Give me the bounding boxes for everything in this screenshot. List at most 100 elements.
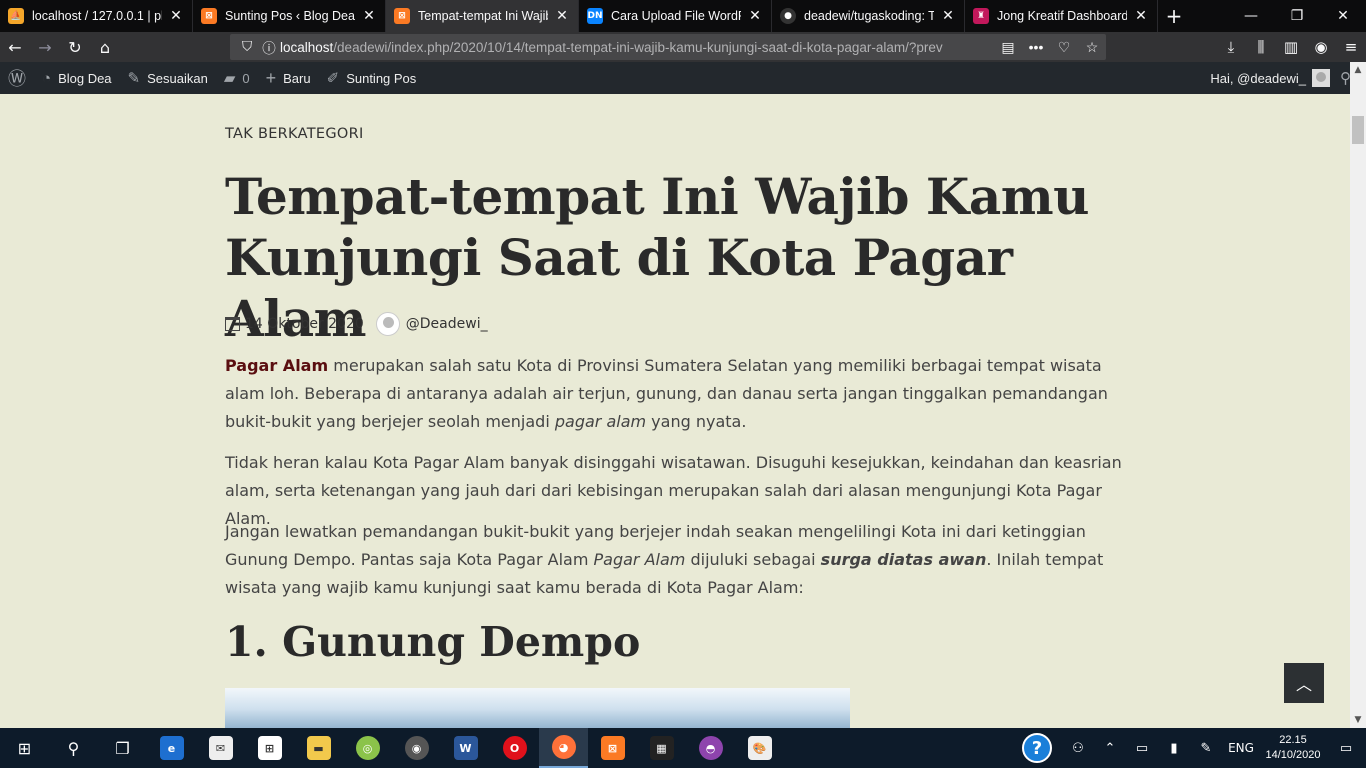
reader-view-icon[interactable]: ▤	[994, 39, 1022, 56]
window-controls: — ❐ ✕	[1228, 0, 1366, 32]
menu-icon[interactable]: ≡	[1336, 38, 1366, 56]
media-app[interactable]: ◉	[392, 728, 441, 768]
tab-label: Sunting Pos ‹ Blog Dea —	[225, 9, 355, 23]
sidebar-icon[interactable]: ▥	[1276, 38, 1306, 56]
download-icon[interactable]: ⤓	[1216, 38, 1246, 56]
paragraph-text: yang nyata.	[646, 412, 747, 431]
shield-icon[interactable]: ⛉	[236, 39, 258, 55]
battery-icon[interactable]: ▮	[1158, 741, 1190, 756]
close-icon[interactable]: ✕	[940, 8, 956, 24]
word-app[interactable]: W	[441, 728, 490, 768]
reload-button[interactable]: ↻	[60, 32, 90, 62]
xampp-icon: ⊠	[394, 8, 410, 24]
post-author[interactable]: @Deadewi_	[406, 316, 488, 332]
mountain-image	[225, 688, 850, 728]
store-app[interactable]: ⊞	[245, 728, 294, 768]
comments-count: 0	[242, 70, 250, 86]
store-icon: ⊞	[257, 736, 282, 760]
bookmark-star-icon[interactable]: ☆	[1078, 39, 1106, 56]
more-actions-icon[interactable]: •••	[1022, 39, 1050, 56]
paint-app[interactable]: 🎨	[735, 728, 784, 768]
tab-label: localhost / 127.0.0.1 | php	[32, 9, 162, 23]
post-category[interactable]: TAK BERKATEGORI	[225, 126, 364, 142]
plus-icon: +	[265, 67, 277, 88]
wordpress-logo-button[interactable]: Ⓦ	[0, 62, 34, 94]
tab-tempat-tempat[interactable]: ⊠ Tempat-tempat Ini Wajib ✕	[386, 0, 579, 32]
network-icon[interactable]: ▭	[1126, 741, 1158, 756]
xampp-app[interactable]: ⊠	[588, 728, 637, 768]
tab-phpmyadmin[interactable]: ⛵ localhost / 127.0.0.1 | php ✕	[0, 0, 193, 32]
page-info-icon[interactable]: ⓘ	[258, 37, 280, 57]
explorer-app[interactable]: ▬	[294, 728, 343, 768]
minimize-button[interactable]: —	[1228, 0, 1274, 32]
site-name-button[interactable]: ◔ Blog Dea	[34, 62, 120, 94]
section-heading: 1. Gunung Dempo	[225, 618, 641, 666]
emphasis-text: pagar alam	[554, 412, 647, 431]
chevron-up-icon: ︿	[1295, 675, 1312, 694]
github-desktop-app[interactable]: ◓	[686, 728, 735, 768]
scroll-to-top-button[interactable]: ︿	[1284, 663, 1324, 703]
opera-app[interactable]: O	[490, 728, 539, 768]
xampp-icon: ⊠	[600, 736, 625, 760]
edge-app[interactable]: e	[147, 728, 196, 768]
mail-app[interactable]: ✉	[196, 728, 245, 768]
forward-button[interactable]: →	[30, 32, 60, 62]
pencil-icon: ✐	[326, 70, 340, 87]
avatar[interactable]	[1312, 69, 1330, 87]
scroll-down-arrow[interactable]: ▼	[1350, 712, 1366, 728]
tab-cara-upload[interactable]: DN Cara Upload File WordPre ✕	[579, 0, 772, 32]
help-icon[interactable]: ?	[1022, 733, 1052, 763]
post-meta: 14 Oktober 2020 @Deadewi_	[225, 312, 488, 336]
customize-label: Sesuaikan	[147, 70, 208, 86]
notification-icon[interactable]: ▭	[1326, 741, 1366, 756]
emphasis-text: Pagar Alam	[593, 550, 686, 569]
tab-jong-kreatif[interactable]: ♜ Jong Kreatif Dashboard ✕	[965, 0, 1158, 32]
start-button[interactable]: ⊞	[0, 728, 49, 768]
pen-icon[interactable]: ✎	[1190, 741, 1222, 756]
search-icon[interactable]: ⚲	[49, 728, 98, 768]
close-icon[interactable]: ✕	[361, 8, 377, 24]
scroll-up-arrow[interactable]: ▲	[1350, 62, 1366, 78]
url-bar[interactable]: ⛉ ⓘ localhost /deadewi/index.php/2020/10…	[230, 34, 1106, 60]
new-tab-button[interactable]: +	[1158, 0, 1190, 32]
vertical-scrollbar[interactable]: ▲ ▼	[1350, 62, 1366, 728]
tab-sunting-pos[interactable]: ⊠ Sunting Pos ‹ Blog Dea — ✕	[193, 0, 386, 32]
github-icon: ◓	[698, 736, 723, 760]
edit-post-button[interactable]: ✐ Sunting Pos	[319, 62, 425, 94]
task-view-icon[interactable]: ❐	[98, 728, 147, 768]
clock[interactable]: 22.15 14/10/2020	[1260, 733, 1326, 763]
opera-icon: O	[502, 736, 527, 760]
customize-button[interactable]: ✎ Sesuaikan	[120, 62, 216, 94]
pagar-alam-link[interactable]: Pagar Alam	[225, 356, 328, 375]
comments-button[interactable]: ▰ 0	[216, 62, 258, 94]
home-button[interactable]: ⌂	[90, 32, 120, 62]
back-button[interactable]: ←	[0, 32, 30, 62]
new-content-button[interactable]: + Baru	[258, 62, 319, 94]
tab-github[interactable]: ● deadewi/tugaskoding: Tu ✕	[772, 0, 965, 32]
close-icon[interactable]: ✕	[168, 8, 184, 24]
chevron-up-icon[interactable]: ⌃	[1094, 741, 1126, 756]
dn-icon: DN	[587, 8, 603, 24]
close-icon[interactable]: ✕	[554, 8, 570, 24]
app-green[interactable]: ◎	[343, 728, 392, 768]
pocket-icon[interactable]: ♡	[1050, 39, 1078, 56]
close-window-button[interactable]: ✕	[1320, 0, 1366, 32]
system-tray: ? ⚇ ⌃ ▭ ▮ ✎ ENG 22.15 14/10/2020 ▭	[1022, 728, 1366, 768]
account-icon[interactable]: ◉	[1306, 38, 1336, 56]
firefox-app[interactable]: ◕	[539, 728, 588, 768]
post-date[interactable]: 14 Oktober 2020	[245, 316, 364, 332]
surga-link[interactable]: surga diatas awan	[821, 550, 987, 569]
video-editor-app[interactable]: ▦	[637, 728, 686, 768]
close-icon[interactable]: ✕	[747, 8, 763, 24]
tab-label: Cara Upload File WordPre	[611, 9, 741, 23]
people-icon[interactable]: ⚇	[1062, 741, 1094, 756]
scroll-thumb[interactable]	[1352, 116, 1364, 144]
user-greeting[interactable]: Hai, @deadewi_	[1210, 71, 1306, 86]
library-icon[interactable]: ⫼	[1246, 38, 1276, 56]
browser-tab-bar: ⛵ localhost / 127.0.0.1 | php ✕ ⊠ Suntin…	[0, 0, 1366, 32]
restore-button[interactable]: ❐	[1274, 0, 1320, 32]
url-host: localhost	[280, 39, 334, 55]
language-indicator[interactable]: ENG	[1222, 741, 1260, 755]
phpmyadmin-icon: ⛵	[8, 8, 24, 24]
close-icon[interactable]: ✕	[1133, 8, 1149, 24]
